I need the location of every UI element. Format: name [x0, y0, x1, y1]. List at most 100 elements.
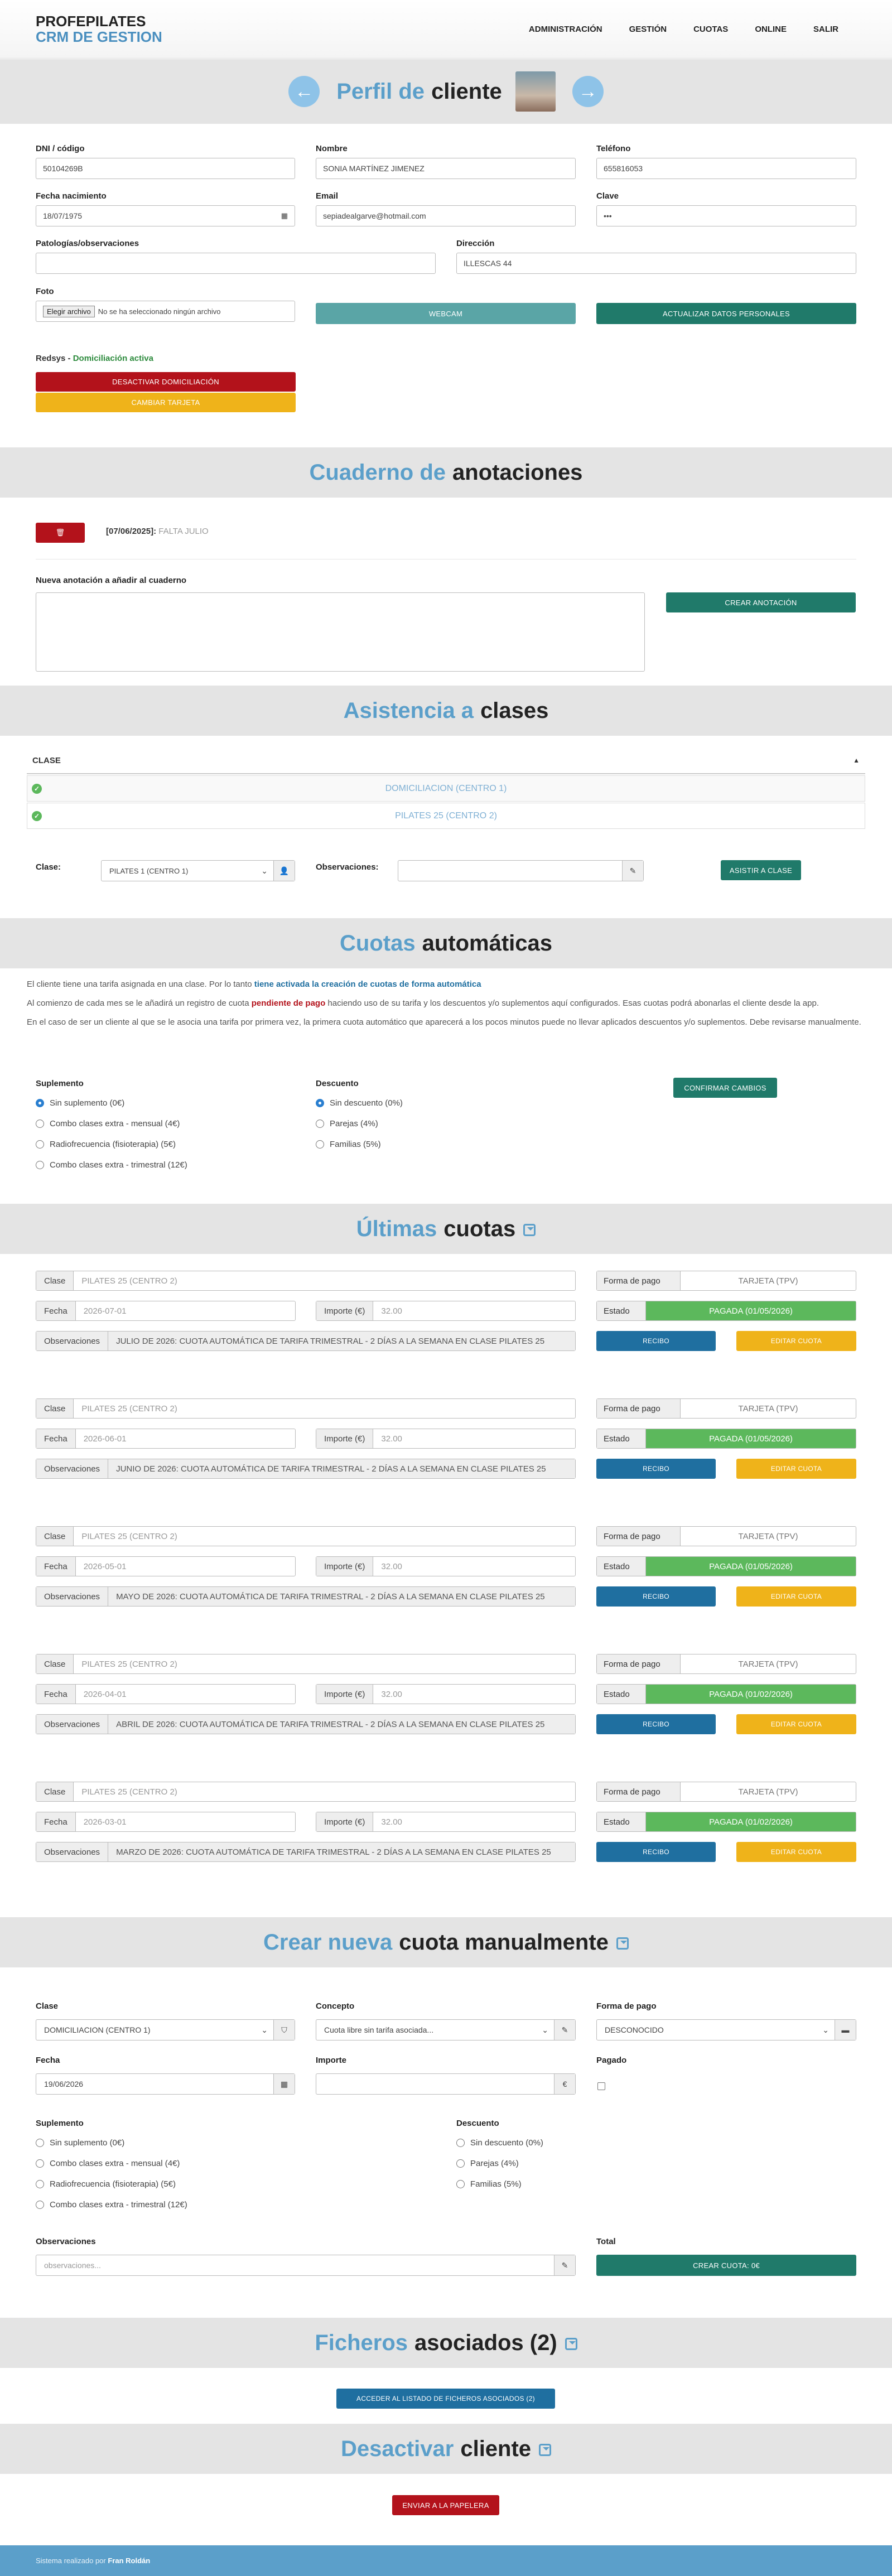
observaciones-input[interactable]: ✎	[398, 860, 644, 881]
suplemento-option[interactable]: Radiofrecuencia (fisioterapia) (5€)	[36, 1140, 187, 1149]
manual-suplemento-option[interactable]: Combo clases extra - mensual (4€)	[36, 2159, 187, 2168]
fee-fecha-field[interactable]: Fecha 2026-04-01	[36, 1684, 296, 1704]
fee-fecha-field[interactable]: Fecha 2026-06-01	[36, 1429, 296, 1449]
fee-fecha-field[interactable]: Fecha 2026-05-01	[36, 1556, 296, 1576]
menu-item-online[interactable]: ONLINE	[755, 25, 787, 34]
descuento-option[interactable]: Sin descuento (0%)	[316, 1098, 403, 1108]
fee-obs-field[interactable]: Observaciones MARZO DE 2026: CUOTA AUTOMÁ…	[36, 1842, 576, 1862]
user-icon[interactable]: 👤	[273, 861, 295, 881]
money-icon[interactable]: ▬	[835, 2020, 856, 2040]
collapse-toggle-icon[interactable]	[565, 2338, 577, 2350]
next-client-arrow-icon[interactable]: →	[572, 76, 604, 107]
importe-input[interactable]: €	[316, 2073, 576, 2095]
filter-icon[interactable]: ⛉	[273, 2020, 295, 2040]
suplemento-option[interactable]: Combo clases extra - trimestral (12€)	[36, 1160, 187, 1170]
fee-importe-field[interactable]: Importe (€) 32.00	[316, 1301, 576, 1321]
clave-input[interactable]: •••	[596, 205, 856, 226]
manual-descuento-option[interactable]: Familias (5%)	[456, 2179, 543, 2189]
pencil-icon[interactable]: ✎	[554, 2020, 575, 2040]
dni-input[interactable]: 50104269B	[36, 158, 295, 179]
send-to-trash-button[interactable]: ENVIAR A LA PAPELERA	[392, 2495, 499, 2515]
fee-obs-field[interactable]: Observaciones JUNIO DE 2026: CUOTA AUTOMÁ…	[36, 1459, 576, 1479]
fee-importe-field[interactable]: Importe (€) 32.00	[316, 1812, 576, 1832]
pencil-icon[interactable]: ✎	[554, 2255, 575, 2275]
menu-item-cuotas[interactable]: CUOTAS	[693, 25, 728, 34]
pencil-icon[interactable]: ✎	[622, 861, 643, 881]
table-row[interactable]: ✓ PILATES 25 (CENTRO 2)	[27, 803, 865, 829]
fee-importe-field[interactable]: Importe (€) 32.00	[316, 1556, 576, 1576]
receipt-button[interactable]: RECIBO	[596, 1842, 716, 1862]
menu-item-administracion[interactable]: ADMINISTRACIÓN	[529, 25, 602, 34]
footer-author[interactable]: Fran Roldán	[108, 2556, 150, 2565]
menu-item-gestion[interactable]: GESTIÓN	[629, 25, 667, 34]
manual-fecha-input[interactable]: 19/06/2026 ▦	[36, 2073, 295, 2095]
manual-descuento-option[interactable]: Sin descuento (0%)	[456, 2138, 543, 2148]
create-fee-button[interactable]: CREAR CUOTA: 0€	[596, 2255, 856, 2276]
manual-descuento-option[interactable]: Parejas (4%)	[456, 2159, 543, 2168]
receipt-button[interactable]: RECIBO	[596, 1714, 716, 1734]
descuento-option[interactable]: Familias (5%)	[316, 1140, 403, 1149]
collapse-toggle-icon[interactable]	[523, 1224, 536, 1236]
fee-clase-field[interactable]: Clase PILATES 25 (CENTRO 2)	[36, 1271, 576, 1291]
edit-fee-button[interactable]: EDITAR CUOTA	[736, 1586, 856, 1607]
fee-clase-field[interactable]: Clase PILATES 25 (CENTRO 2)	[36, 1526, 576, 1546]
prev-client-arrow-icon[interactable]: ←	[288, 76, 320, 107]
deactivate-direct-debit-button[interactable]: DESACTIVAR DOMICILIACIÓN	[36, 372, 296, 392]
suplemento-option[interactable]: Sin suplemento (0€)	[36, 1098, 187, 1108]
fnac-input[interactable]: 18/07/1975 ▦	[36, 205, 295, 226]
manual-clase-select[interactable]: DOMICILIACION (CENTRO 1) ⌄ ⛉	[36, 2019, 295, 2040]
confirm-changes-button[interactable]: CONFIRMAR CAMBIOS	[673, 1078, 777, 1098]
dir-input[interactable]: ILLESCAS 44	[456, 253, 856, 274]
fee-clase-field[interactable]: Clase PILATES 25 (CENTRO 2)	[36, 1398, 576, 1419]
menu-item-salir[interactable]: SALIR	[813, 25, 838, 34]
file-input[interactable]: Elegir archivo No se ha seleccionado nin…	[36, 301, 295, 322]
calendar-icon[interactable]: ▦	[281, 211, 288, 220]
webcam-button[interactable]: WEBCAM	[316, 303, 576, 324]
descuento-option[interactable]: Parejas (4%)	[316, 1119, 403, 1128]
collapse-toggle-icon[interactable]	[616, 1937, 629, 1950]
clase-select[interactable]: PILATES 1 (CENTRO 1) ⌄ 👤	[101, 860, 295, 881]
edit-fee-button[interactable]: EDITAR CUOTA	[736, 1714, 856, 1734]
pato-input[interactable]	[36, 253, 436, 274]
receipt-button[interactable]: RECIBO	[596, 1586, 716, 1607]
suplemento-option[interactable]: Combo clases extra - mensual (4€)	[36, 1119, 187, 1128]
table-row[interactable]: ✓ DOMICILIACION (CENTRO 1)	[27, 775, 865, 802]
manual-suplemento-option[interactable]: Combo clases extra - trimestral (12€)	[36, 2200, 187, 2210]
email-input[interactable]: sepiadealgarve@hotmail.com	[316, 205, 576, 226]
edit-fee-button[interactable]: EDITAR CUOTA	[736, 1842, 856, 1862]
edit-fee-button[interactable]: EDITAR CUOTA	[736, 1331, 856, 1351]
update-profile-button[interactable]: ACTUALIZAR DATOS PERSONALES	[596, 303, 856, 324]
fee-importe-field[interactable]: Importe (€) 32.00	[316, 1429, 576, 1449]
fee-fecha-field[interactable]: Fecha 2026-07-01	[36, 1301, 296, 1321]
manual-suplemento-option[interactable]: Sin suplemento (0€)	[36, 2138, 187, 2148]
brand[interactable]: PROFEPILATES CRM DE GESTION	[36, 13, 162, 45]
receipt-button[interactable]: RECIBO	[596, 1459, 716, 1479]
edit-fee-button[interactable]: EDITAR CUOTA	[736, 1459, 856, 1479]
pagado-checkbox[interactable]	[597, 2082, 605, 2090]
delete-note-button[interactable]: 🗑	[36, 523, 85, 543]
attend-class-button[interactable]: ASISTIR A CLASE	[721, 860, 801, 880]
collapse-toggle-icon[interactable]	[539, 2444, 552, 2456]
calendar-icon[interactable]: ▦	[273, 2074, 295, 2094]
forma-pago-select[interactable]: DESCONOCIDO ⌄ ▬	[596, 2019, 856, 2040]
files-list-button[interactable]: ACCEDER AL LISTADO DE FICHEROS ASOCIADOS…	[336, 2389, 555, 2409]
file-choose-button[interactable]: Elegir archivo	[43, 305, 95, 317]
change-card-button[interactable]: CAMBIAR TARJETA	[36, 393, 296, 412]
fee-clase-field[interactable]: Clase PILATES 25 (CENTRO 2)	[36, 1654, 576, 1674]
fee-fecha-field[interactable]: Fecha 2026-03-01	[36, 1812, 296, 1832]
fee-obs-field[interactable]: Observaciones ABRIL DE 2026: CUOTA AUTOMÁ…	[36, 1714, 576, 1734]
manual-suplemento-option[interactable]: Radiofrecuencia (fisioterapia) (5€)	[36, 2179, 187, 2189]
fee-obs-field[interactable]: Observaciones JULIO DE 2026: CUOTA AUTOMÁ…	[36, 1331, 576, 1351]
fee-clase-field[interactable]: Clase PILATES 25 (CENTRO 2)	[36, 1782, 576, 1802]
fee-importe-field[interactable]: Importe (€) 32.00	[316, 1684, 576, 1704]
create-note-button[interactable]: CREAR ANOTACIÓN	[666, 592, 856, 612]
telefono-input[interactable]: 655816053	[596, 158, 856, 179]
receipt-button[interactable]: RECIBO	[596, 1331, 716, 1351]
fee-obs-field[interactable]: Observaciones MAYO DE 2026: CUOTA AUTOMÁT…	[36, 1586, 576, 1607]
new-note-textarea[interactable]	[36, 592, 645, 672]
nombre-input[interactable]: SONIA MARTÍNEZ JIMENEZ	[316, 158, 576, 179]
concepto-select[interactable]: Cuota libre sin tarifa asociada... ⌄ ✎	[316, 2019, 576, 2040]
column-clase[interactable]: CLASE	[32, 756, 61, 765]
manual-obs-input[interactable]: observaciones... ✎	[36, 2255, 576, 2276]
sort-icon[interactable]: ▲	[853, 756, 860, 764]
